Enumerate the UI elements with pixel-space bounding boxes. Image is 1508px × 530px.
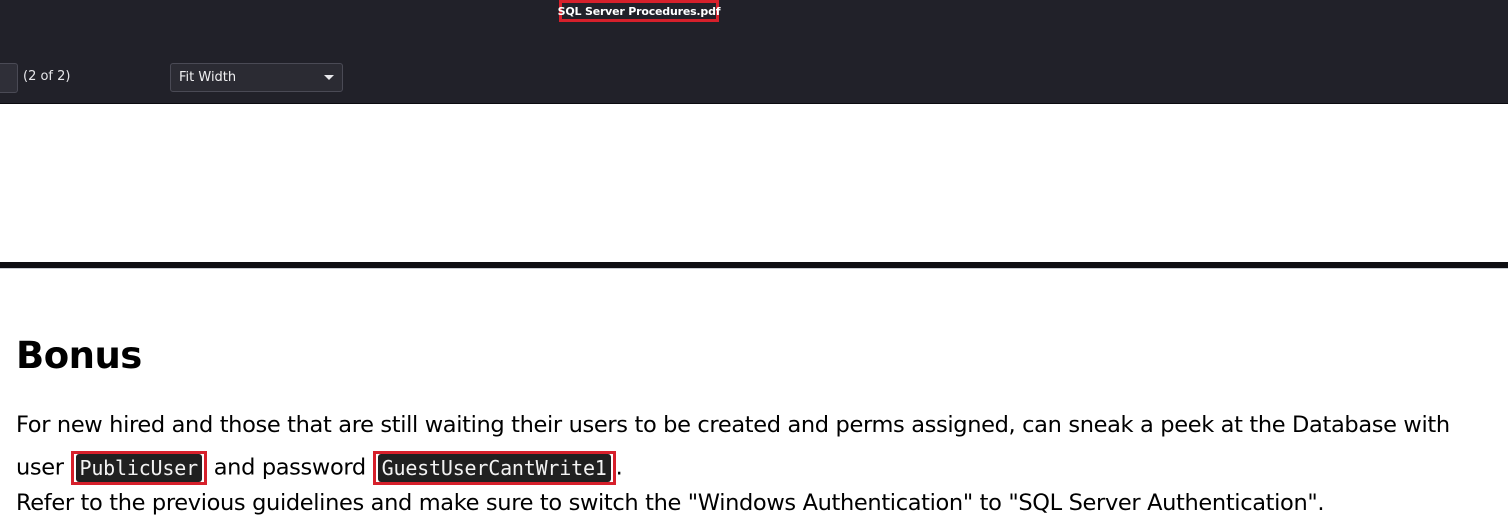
zoom-select[interactable]: Fit Width: [170, 63, 343, 92]
username-code: PublicUser: [75, 454, 202, 482]
paragraph-line-3: Refer to the previous guidelines and mak…: [16, 490, 1325, 516]
line2-prefix: user: [16, 454, 64, 481]
page-count: (2 of 2): [23, 69, 71, 84]
paragraph-line-2: user PublicUser and password GuestUserCa…: [16, 451, 623, 485]
line2-suffix: .: [615, 454, 623, 481]
line2-middle: and password: [213, 454, 366, 481]
pdf-viewer: SQL Server Procedures.pdf (2 of 2) Fit W…: [0, 0, 1508, 530]
password-code: GuestUserCantWrite1: [377, 454, 611, 482]
zoom-value: Fit Width: [179, 70, 237, 85]
page-number-input[interactable]: [0, 63, 18, 93]
password-highlight: GuestUserCantWrite1: [372, 451, 616, 485]
paragraph-line-1: For new hired and those that are still w…: [16, 412, 1450, 438]
section-heading: Bonus: [16, 334, 142, 377]
document-title-highlight: SQL Server Procedures.pdf: [557, 0, 721, 22]
document-title: SQL Server Procedures.pdf: [557, 4, 721, 18]
page-edge: [0, 268, 1508, 269]
toolbar: SQL Server Procedures.pdf (2 of 2) Fit W…: [0, 0, 1508, 104]
username-highlight: PublicUser: [70, 451, 207, 485]
chevron-down-icon: [324, 75, 334, 80]
